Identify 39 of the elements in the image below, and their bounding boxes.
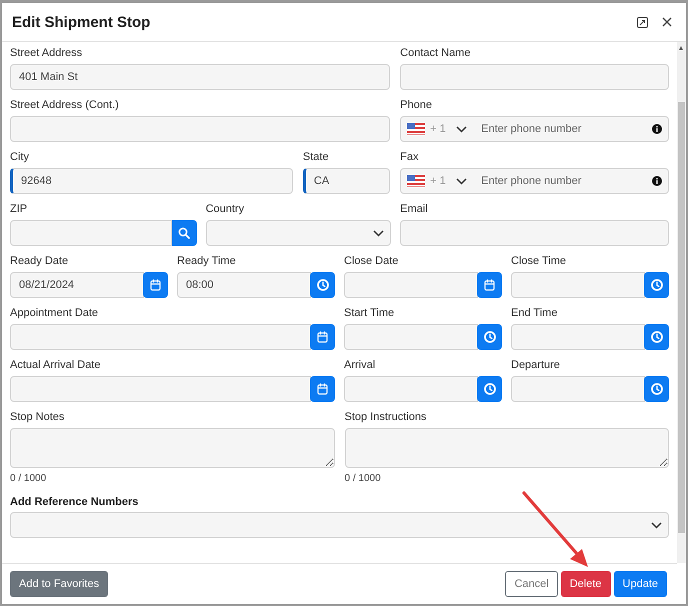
field-label: City [10, 150, 30, 164]
phone-field[interactable]: + 1 Enter phone number [400, 168, 669, 194]
date-field[interactable]: 08/21/2024 [10, 272, 144, 298]
field-label: Close Date [344, 254, 400, 268]
field-label: Country [206, 202, 246, 216]
field-label: Street Address (Cont.) [10, 98, 120, 112]
cancel-button[interactable]: Cancel [505, 571, 558, 597]
field-label: Departure [511, 358, 561, 372]
phone-field[interactable]: + 1 Enter phone number [400, 116, 669, 142]
field-label: Ready Time [177, 254, 237, 268]
update-button[interactable]: Update [614, 571, 667, 597]
field-label: Start Time [344, 306, 396, 320]
input-field[interactable]: 92648 [10, 168, 293, 194]
section-label: Add Reference Numbers [10, 496, 140, 508]
field-label: ZIP [10, 202, 28, 216]
field-label: Street Address [10, 46, 84, 60]
field-label: End Time [511, 306, 558, 320]
field-label: Actual Arrival Date [10, 358, 102, 372]
character-counter: 0 / 1000 [10, 473, 48, 484]
field-label: Ready Date [10, 254, 70, 268]
field-label: Stop Notes [10, 410, 66, 424]
country-code[interactable]: + 1 [430, 123, 456, 135]
field-label: State [302, 150, 330, 164]
field-label: Arrival [344, 358, 376, 372]
country-code[interactable]: + 1 [430, 175, 456, 187]
field-label: Appointment Date [10, 306, 100, 320]
field-label: Close Time [511, 254, 568, 268]
field-label: Contact Name [400, 46, 472, 60]
field-label: Phone [400, 98, 433, 112]
field-label: Stop Instructions [344, 410, 428, 424]
field-label: Email [400, 202, 429, 216]
field-label: Fax [400, 150, 420, 164]
input-field[interactable]: CA [302, 168, 390, 194]
favorites-button[interactable]: Add to Favorites [10, 571, 108, 597]
time-field[interactable]: 08:00 [177, 272, 311, 298]
delete-button[interactable]: Delete [560, 571, 611, 597]
input-field[interactable]: 401 Main St [10, 64, 390, 90]
character-counter: 0 / 1000 [344, 473, 382, 484]
dialog-title: Edit Shipment Stop [12, 14, 152, 30]
